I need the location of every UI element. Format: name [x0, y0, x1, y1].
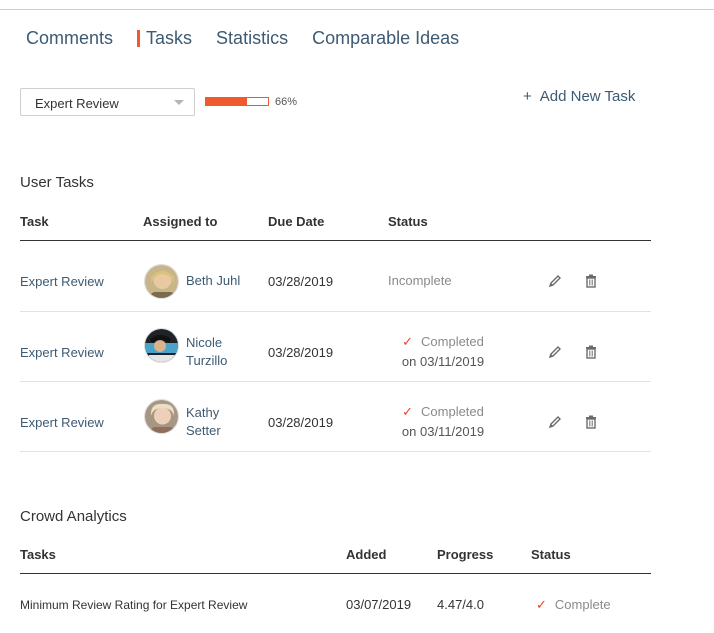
trash-icon[interactable] [583, 414, 599, 430]
avatar-image [145, 329, 178, 362]
header-tasks: Tasks [20, 547, 56, 562]
task-link[interactable]: Expert Review [20, 246, 104, 316]
analytics-status: ✓ Complete [536, 597, 611, 612]
assignee-name[interactable]: Beth Juhl [186, 246, 240, 316]
plus-icon: + [523, 88, 532, 105]
add-new-task-label: Add New Task [539, 88, 636, 105]
progress-percent: 66% [275, 96, 298, 108]
status-cell: Incomplete [388, 246, 498, 316]
stage-select[interactable]: Expert Review [20, 88, 195, 116]
header-status: Status [388, 214, 428, 229]
pencil-icon[interactable] [547, 273, 563, 289]
tab-comments[interactable]: Comments [26, 28, 113, 49]
progress-fill [206, 98, 247, 105]
pencil-icon[interactable] [547, 344, 563, 360]
pencil-icon[interactable] [547, 414, 563, 430]
avatar [144, 328, 179, 363]
header-assigned-to: Assigned to [143, 214, 218, 229]
user-tasks-title: User Tasks [20, 174, 94, 191]
due-date: 03/28/2019 [268, 344, 334, 360]
task-link[interactable]: Expert Review [20, 317, 104, 387]
crowd-analytics-title: Crowd Analytics [20, 508, 127, 525]
header-ca-status: Status [531, 547, 571, 562]
header-added: Added [346, 547, 387, 562]
status-line-2: on 03/11/2019 [401, 424, 485, 439]
stage-select-value: Expert Review [35, 96, 119, 111]
analytics-added-date: 03/07/2019 [346, 597, 412, 612]
trash-icon[interactable] [583, 273, 599, 289]
status-line-1: ✓ Completed [402, 404, 484, 419]
active-tab-indicator [137, 29, 141, 47]
header-progress: Progress [437, 547, 494, 562]
due-date: 03/28/2019 [268, 414, 334, 430]
tab-tasks[interactable]: Tasks [137, 28, 192, 49]
status-line-1: ✓ Completed [402, 334, 484, 349]
table-row: Expert Review Kathy Setter 03/28/2019 ✓ C… [20, 387, 651, 457]
status-line-2: on 03/11/2019 [401, 354, 485, 369]
crowd-analytics-header-divider [20, 573, 651, 574]
tab-bar: Comments Tasks Statistics Comparable Ide… [26, 27, 459, 49]
assignee-name[interactable]: Nicole Turzillo [186, 317, 227, 387]
row-divider [20, 311, 651, 312]
task-progress-bar [205, 97, 269, 106]
tab-statistics[interactable]: Statistics [216, 28, 288, 49]
tab-comparable-ideas[interactable]: Comparable Ideas [312, 28, 459, 49]
checkmark-icon: ✓ [402, 404, 414, 419]
avatar [144, 399, 179, 434]
top-divider [0, 9, 714, 10]
tab-tasks-label: Tasks [146, 27, 193, 48]
status-cell: ✓ Completed on 03/11/2019 [388, 317, 498, 387]
checkmark-icon: ✓ [536, 597, 547, 612]
header-due-date: Due Date [268, 214, 325, 229]
table-row: Expert Review Nicole Turzillo 03/28/2019… [20, 317, 651, 387]
status-cell: ✓ Completed on 03/11/2019 [388, 387, 498, 457]
analytics-progress-value: 4.47/4.0 [437, 597, 484, 612]
task-link[interactable]: Expert Review [20, 387, 104, 457]
avatar-image [145, 400, 178, 433]
user-tasks-header-divider [20, 240, 651, 241]
checkmark-icon: ✓ [402, 334, 414, 349]
header-task: Task [20, 214, 49, 229]
row-divider [20, 381, 651, 382]
trash-icon[interactable] [583, 344, 599, 360]
avatar-image [145, 265, 178, 298]
analytics-task-name: Minimum Review Rating for Expert Review [20, 598, 248, 612]
due-date: 03/28/2019 [268, 273, 334, 289]
status-text: Incomplete [388, 273, 452, 288]
assignee-name[interactable]: Kathy Setter [186, 387, 221, 457]
avatar [144, 264, 179, 299]
add-new-task-button[interactable]: + Add New Task [523, 88, 635, 105]
row-divider [20, 451, 651, 452]
table-row: Expert Review Beth Juhl 03/28/2019 Incom… [20, 246, 651, 316]
caret-down-icon [174, 100, 184, 105]
